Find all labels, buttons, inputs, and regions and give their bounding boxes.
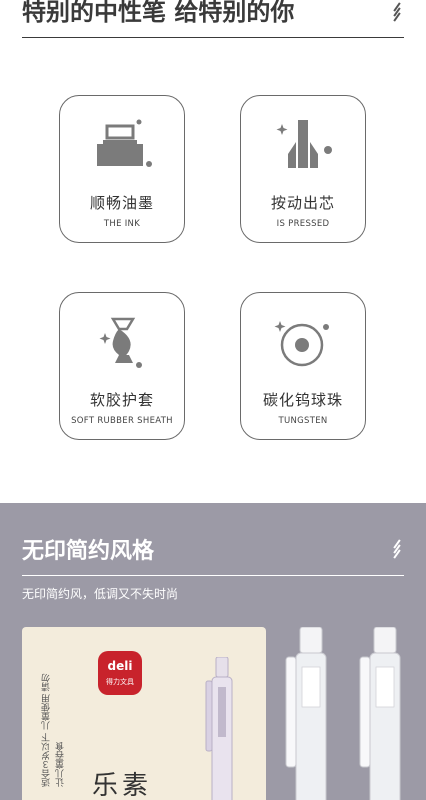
title-divider <box>22 37 404 38</box>
feature-label: 顺畅油墨 <box>89 194 154 212</box>
style-section: 无印简约风格 无印简约风，低调又不失时尚 deli 得力文具 适合３岁以下 儿童… <box>0 503 426 800</box>
product-box: deli 得力文具 适合３岁以下 儿童使用 请勿让儿童吞食 乐素 <box>22 627 266 800</box>
pen-illustration <box>285 627 327 800</box>
feature-sublabel: SOFT RUBBER SHEATH <box>71 416 173 426</box>
pen-illustration <box>359 627 401 800</box>
feature-card-tungsten: 碳化钨球珠 TUNGSTEN <box>240 292 366 440</box>
features-section: 特别的中性笔 给特别的你 顺畅油墨 THE INK 按动出芯 IS PRESSE… <box>0 0 426 503</box>
section-divider <box>22 575 404 576</box>
feature-label: 按动出芯 <box>270 194 335 212</box>
box-warning-text: 适合３岁以下 儿童使用 请勿让儿童吞食 <box>42 673 66 787</box>
feature-sublabel: IS PRESSED <box>276 219 330 229</box>
tungsten-ball-icon <box>274 321 329 367</box>
slash-decoration-icon <box>392 539 402 559</box>
ink-bottle-icon <box>97 119 152 167</box>
feature-sublabel: THE INK <box>103 219 141 229</box>
rubber-sheath-icon <box>99 317 142 368</box>
deli-logo: deli 得力文具 <box>98 651 142 695</box>
box-brand-text: 乐素 <box>92 771 153 800</box>
section-title: 无印简约风格 <box>22 539 155 564</box>
feature-label: 碳化钨球珠 <box>262 391 343 409</box>
section-subtitle: 无印简约风，低调又不失时尚 <box>22 587 179 601</box>
feature-card-press: 按动出芯 IS PRESSED <box>240 95 366 243</box>
feature-sublabel: TUNGSTEN <box>278 416 328 426</box>
pen-tip-icon <box>276 120 332 168</box>
slash-decoration-icon <box>392 2 402 22</box>
page-title: 特别的中性笔 给特别的你 <box>22 0 295 26</box>
feature-card-sheath: 软胶护套 SOFT RUBBER SHEATH <box>59 292 185 440</box>
feature-card-ink: 顺畅油墨 THE INK <box>59 95 185 243</box>
feature-label: 软胶护套 <box>89 391 154 409</box>
box-pen-illustration <box>205 657 233 800</box>
